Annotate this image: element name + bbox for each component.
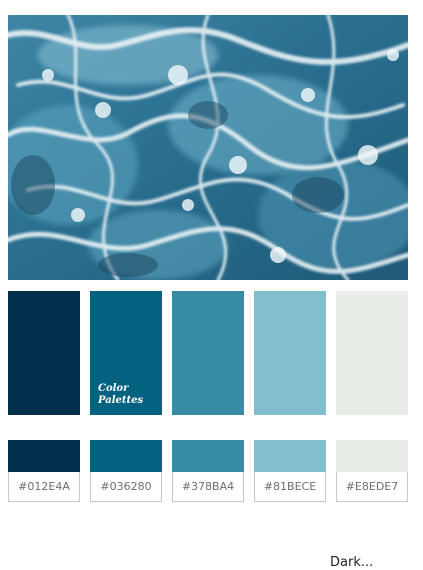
swatch-large-4 [254,291,326,415]
swatch-chip-color [254,440,326,472]
ocean-foam-photo-icon [8,15,408,280]
swatch-chip-hex: #012E4A [8,472,80,502]
swatch-chip-color [336,440,408,472]
swatch-large-1 [8,291,80,415]
swatch-chip-hex: #81BECE [254,472,326,502]
swatch-chip-2: #036280 [90,440,162,502]
swatch-large-2: Color Palettes [90,291,162,415]
swatch-chip-3: #378BA4 [172,440,244,502]
swatch-chip-hex: #378BA4 [172,472,244,502]
swatch-chip-color [8,440,80,472]
swatch-chip-4: #81BECE [254,440,326,502]
swatch-chip-1: #012E4A [8,440,80,502]
swatch-chip-color [90,440,162,472]
brand-logo-text: Color Palettes [98,383,144,406]
footer-caption: Dark... [330,555,374,570]
ocean-foam-photo [8,15,408,280]
swatch-large-5 [336,291,408,415]
swatch-chip-color [172,440,244,472]
swatch-chip-5: #E8EDE7 [336,440,408,502]
swatch-chip-hex: #036280 [90,472,162,502]
swatch-large-3 [172,291,244,415]
swatch-chip-hex: #E8EDE7 [336,472,408,502]
